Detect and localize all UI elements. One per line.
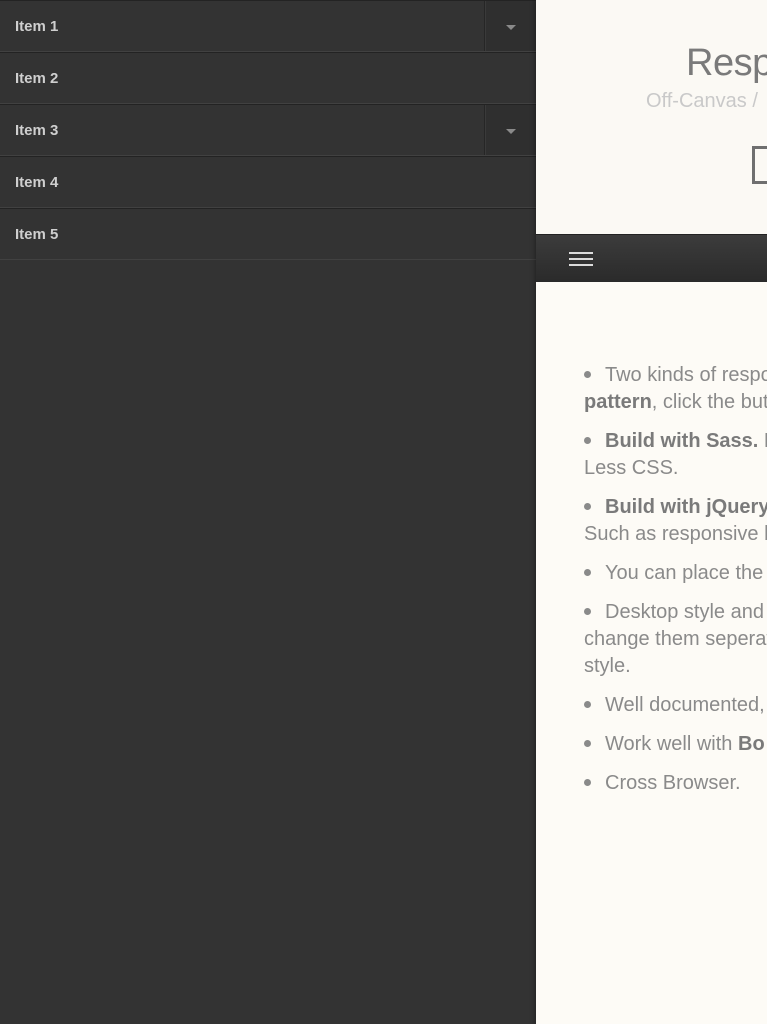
list-item: Two kinds of respo pattern, click the bu… bbox=[584, 362, 767, 416]
caret-down-icon bbox=[506, 129, 516, 134]
list-item: Work well with Bo bbox=[584, 731, 767, 758]
caret-down-icon bbox=[506, 25, 516, 30]
submenu-toggle-button[interactable] bbox=[484, 105, 536, 155]
menu-item-label: Item 3 bbox=[15, 122, 59, 139]
header-button[interactable] bbox=[752, 146, 767, 184]
offcanvas-menu: Item 1 Item 2 Item 3 Item 4 Item 5 bbox=[0, 0, 536, 1024]
menu-item-5[interactable]: Item 5 bbox=[0, 208, 536, 260]
list-item: Well documented, bbox=[584, 692, 767, 719]
list-item: You can place the r bbox=[584, 560, 767, 587]
menu-item-2[interactable]: Item 2 bbox=[0, 52, 536, 104]
list-item: Build with jQuery Such as responsive b bbox=[584, 494, 767, 548]
list-item: Desktop style and change them seperat st… bbox=[584, 599, 767, 680]
list-item: Cross Browser. bbox=[584, 770, 767, 797]
submenu-toggle-button[interactable] bbox=[484, 1, 536, 51]
main-page: Resp Off-Canvas / Two kinds of respo pat… bbox=[536, 0, 767, 1024]
menu-item-label: Item 1 bbox=[15, 18, 59, 35]
menu-item-label: Item 2 bbox=[15, 70, 59, 87]
navbar bbox=[536, 234, 767, 283]
menu-item-1[interactable]: Item 1 bbox=[0, 0, 536, 52]
content: Two kinds of respo pattern, click the bu… bbox=[536, 282, 767, 1024]
menu-item-label: Item 5 bbox=[15, 226, 59, 243]
menu-item-label: Item 4 bbox=[15, 174, 59, 191]
list-item: Build with Sass. E Less CSS. bbox=[584, 428, 767, 482]
hamburger-icon[interactable] bbox=[569, 250, 595, 268]
feature-list: Two kinds of respo pattern, click the bu… bbox=[584, 362, 767, 809]
site-subtitle: Off-Canvas / bbox=[646, 90, 758, 112]
menu-item-4[interactable]: Item 4 bbox=[0, 156, 536, 208]
site-header: Resp Off-Canvas / bbox=[536, 0, 767, 234]
menu-item-3[interactable]: Item 3 bbox=[0, 104, 536, 156]
site-title: Resp bbox=[686, 42, 767, 84]
